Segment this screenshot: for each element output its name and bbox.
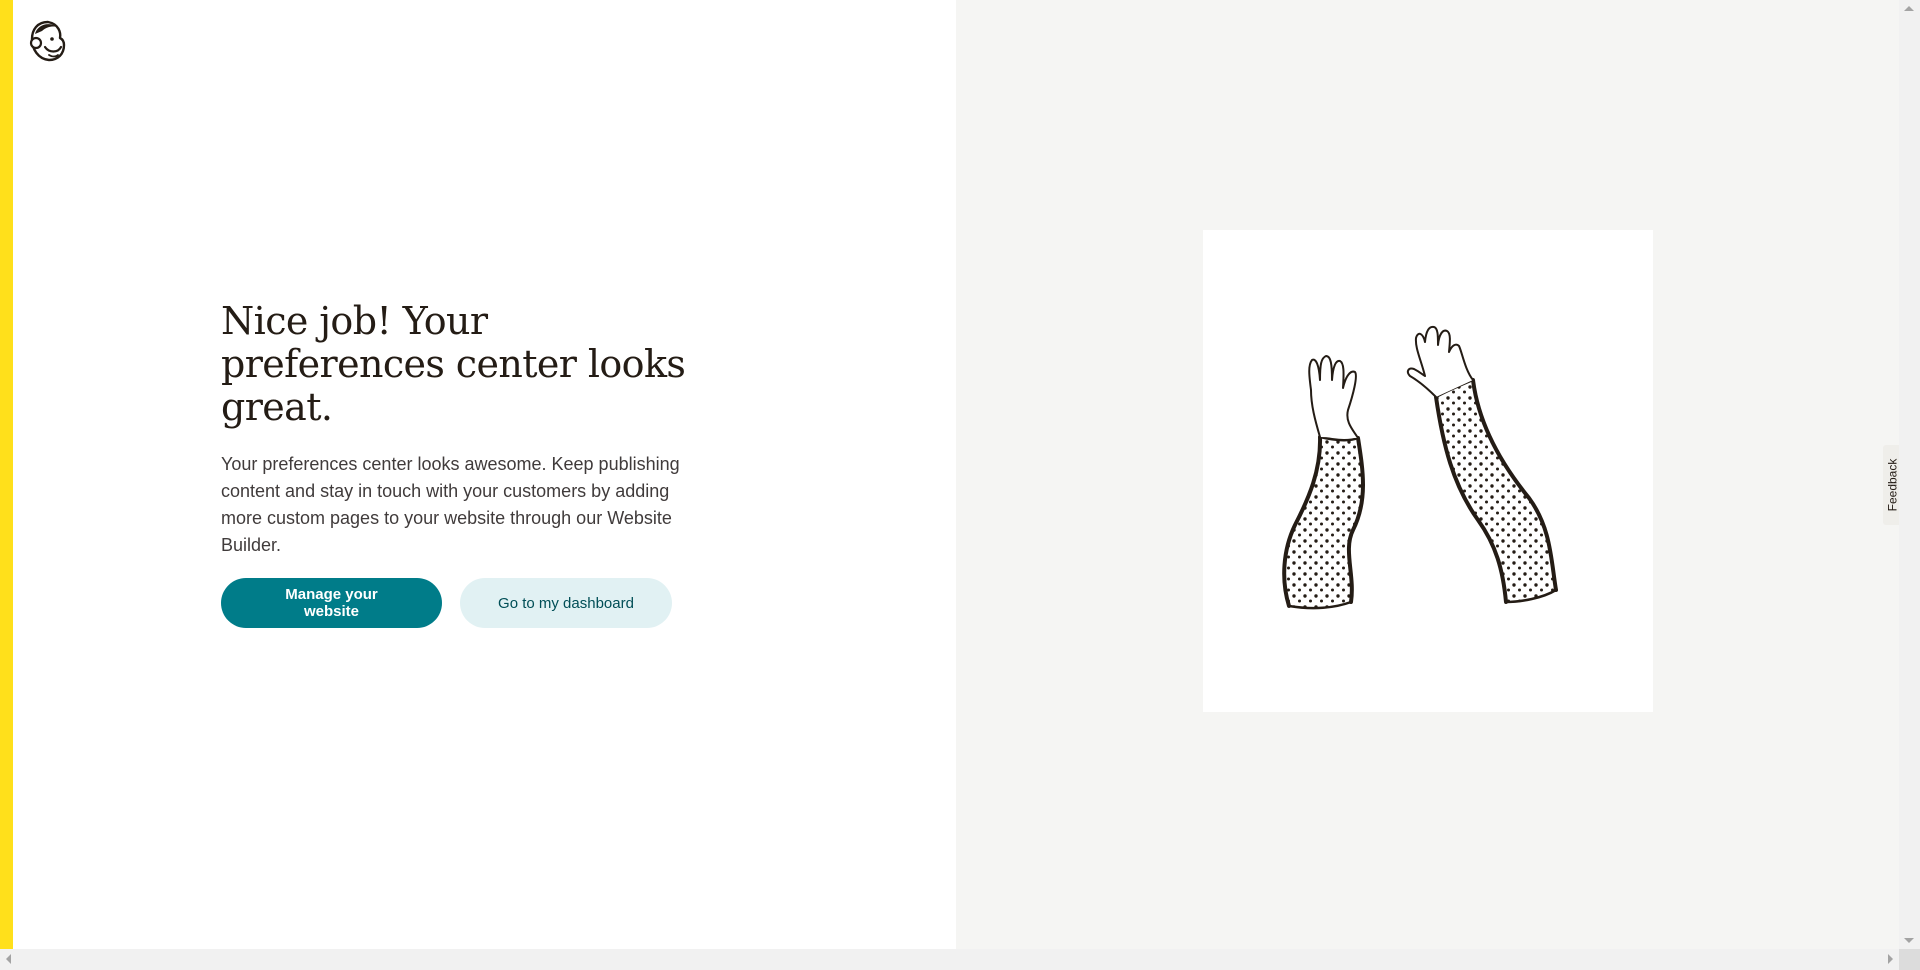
go-to-dashboard-button[interactable]: Go to my dashboard: [460, 578, 672, 628]
brand-accent-bar: [0, 0, 13, 949]
scroll-left-arrow-icon[interactable]: [6, 954, 11, 964]
scroll-down-arrow-icon[interactable]: [1904, 938, 1914, 943]
manage-website-button[interactable]: Manage your website: [221, 578, 442, 628]
page: Nice job! Your preferences center looks …: [0, 0, 1920, 970]
confirmation-content: Nice job! Your preferences center looks …: [221, 300, 721, 559]
action-buttons: Manage your website Go to my dashboard: [221, 578, 672, 628]
high-five-arms-icon: [1282, 325, 1558, 610]
scrollbar-corner: [1899, 949, 1920, 970]
page-title: Nice job! Your preferences center looks …: [221, 299, 686, 429]
mailchimp-logo-icon[interactable]: [27, 19, 69, 65]
vertical-scrollbar[interactable]: [1899, 0, 1920, 949]
feedback-label: Feedback: [1885, 458, 1900, 512]
horizontal-scrollbar[interactable]: [0, 949, 1899, 970]
illustration-card: [1203, 230, 1653, 712]
scroll-right-arrow-icon[interactable]: [1888, 954, 1893, 964]
freddie-logo-icon: [29, 20, 66, 62]
scroll-up-arrow-icon[interactable]: [1904, 6, 1914, 11]
page-description: Your preferences center looks awesome. K…: [221, 454, 680, 555]
